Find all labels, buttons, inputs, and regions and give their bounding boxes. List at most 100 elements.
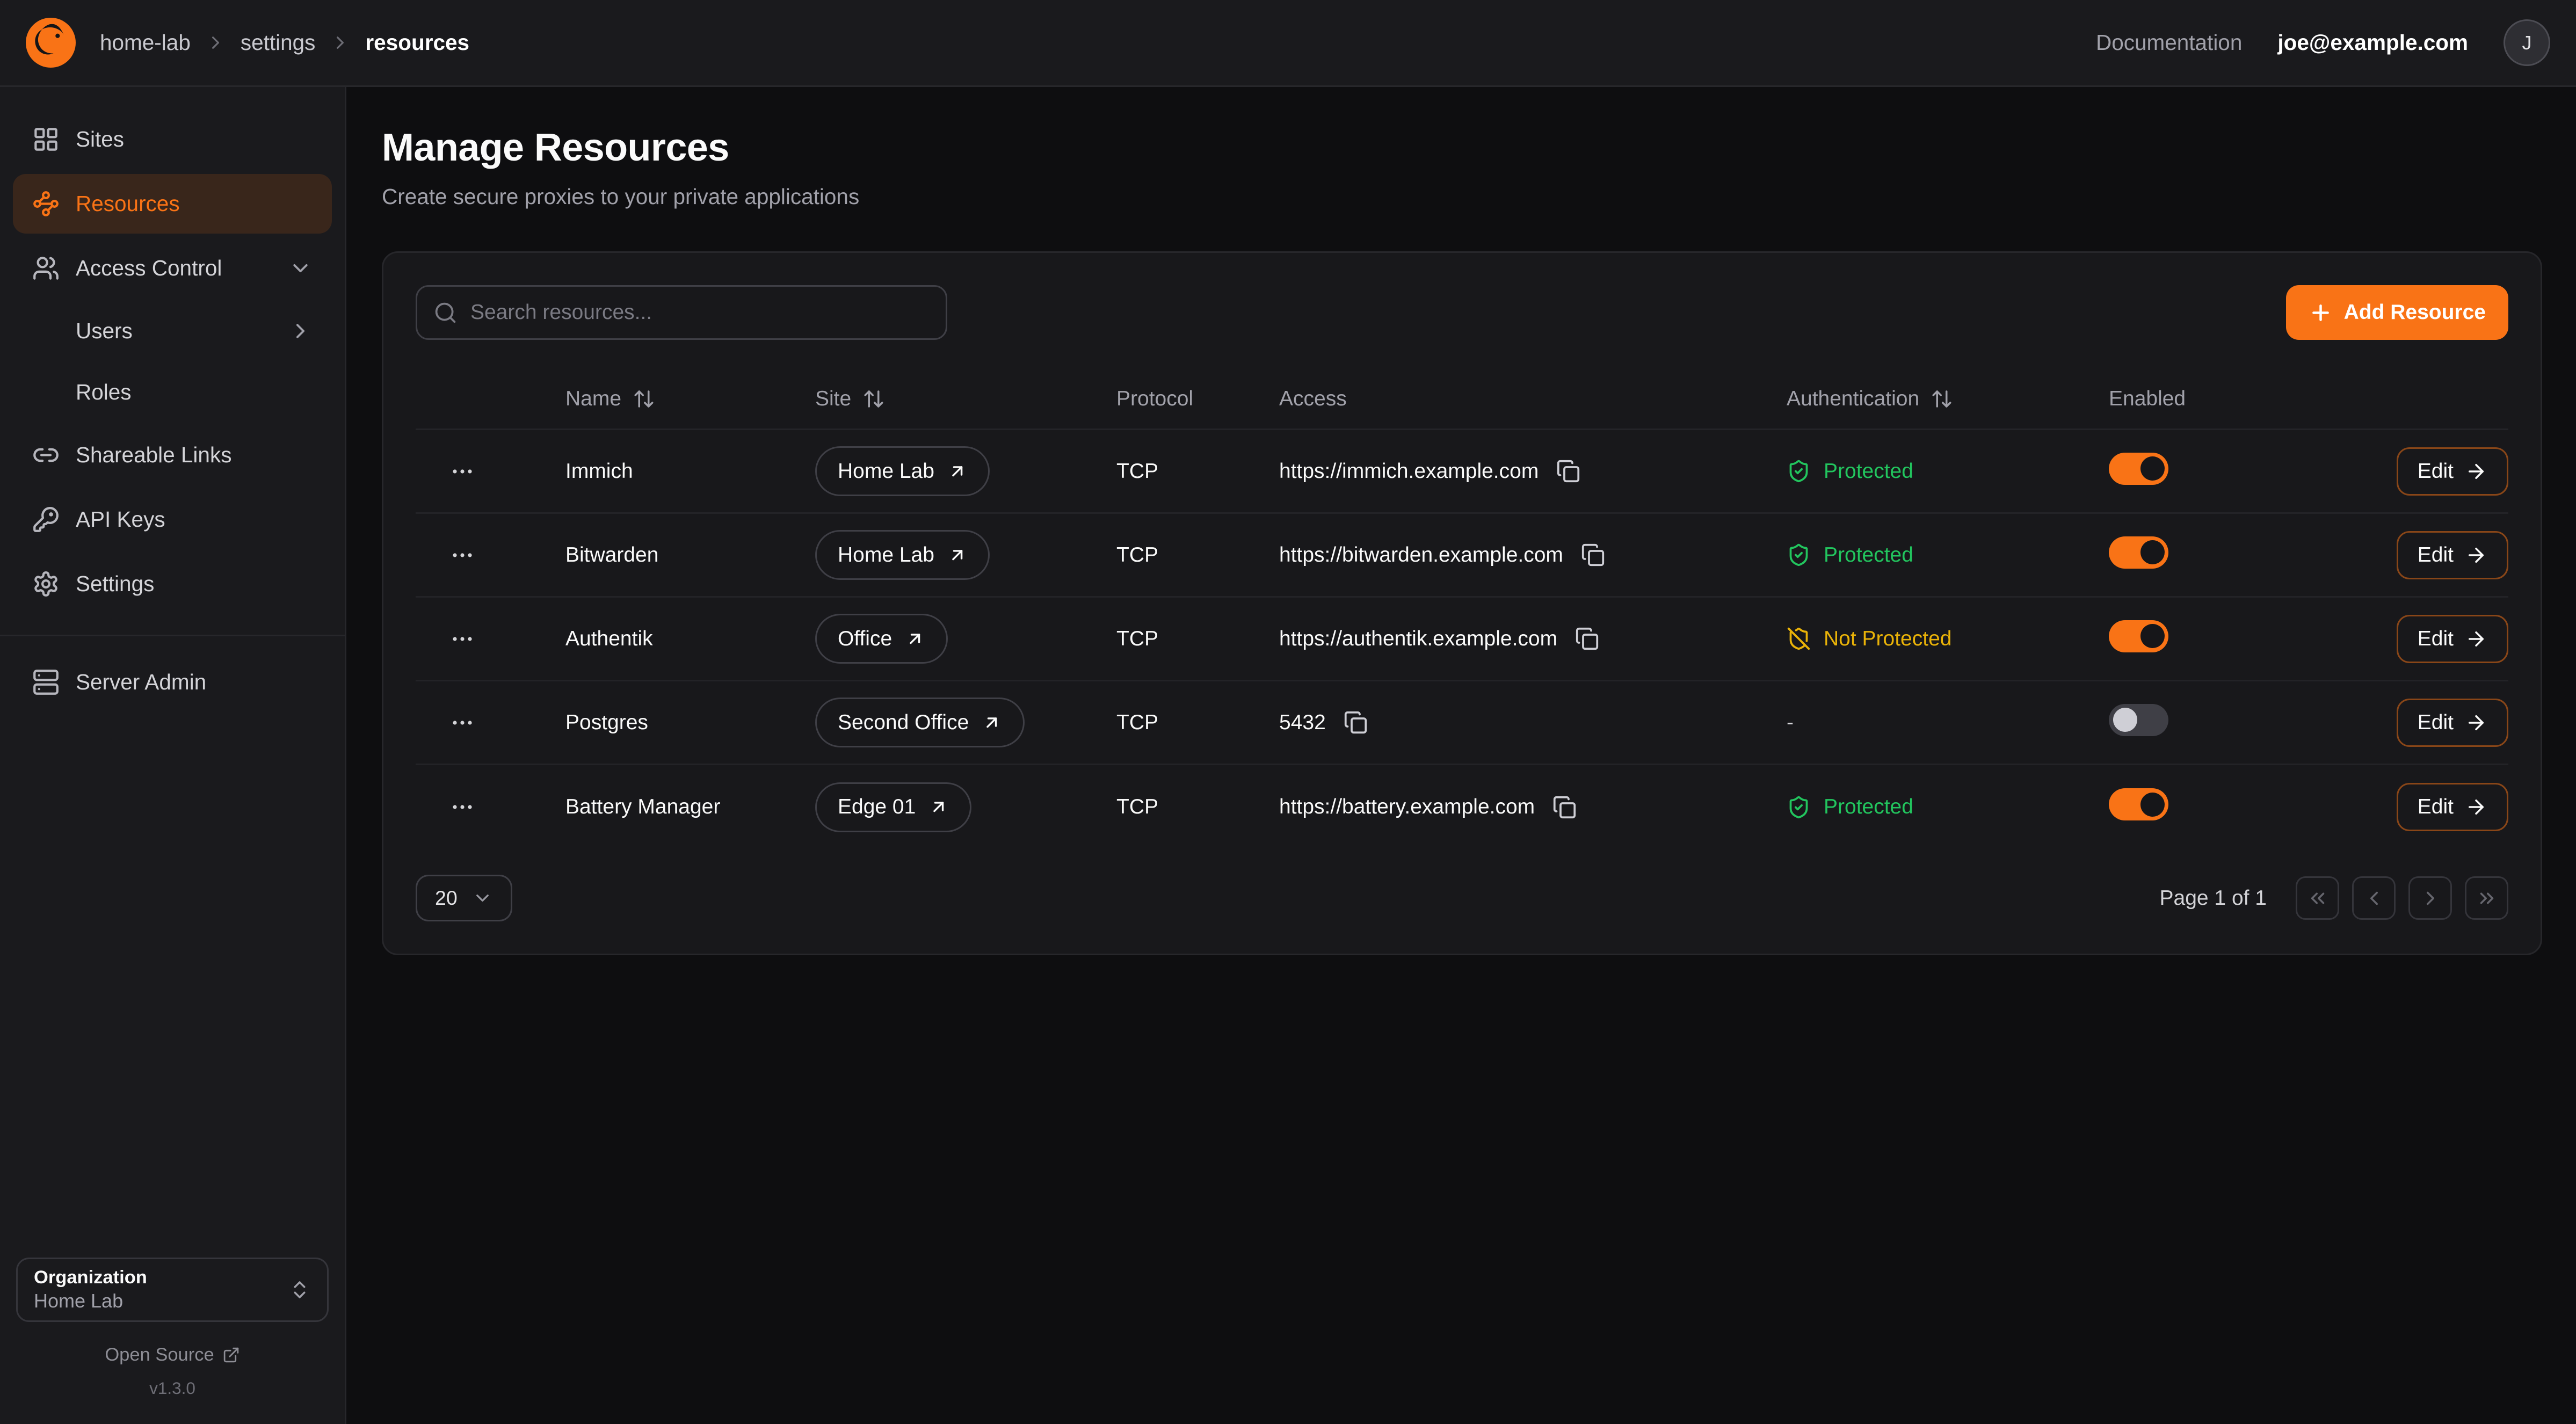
search-box — [416, 285, 947, 340]
sort-site-button[interactable] — [862, 388, 885, 410]
page-size-value: 20 — [435, 887, 458, 910]
chevron-right-icon — [288, 319, 313, 343]
arrow-up-right-icon — [947, 545, 968, 565]
sidebar-item-settings[interactable]: Settings — [13, 554, 332, 614]
table-row: Postgres Second Office TCP 5432 - Edit — [416, 681, 2508, 765]
pager-buttons — [2296, 876, 2508, 920]
authentication-status: - — [1787, 711, 2109, 735]
authentication-status: Protected — [1787, 459, 2109, 483]
site-link-button[interactable]: Edge 01 — [815, 782, 971, 832]
site-link-button[interactable]: Office — [815, 614, 948, 664]
resources-card: Add Resource Name Site — [382, 251, 2542, 955]
open-source-link[interactable]: Open Source — [16, 1345, 329, 1365]
next-page-button[interactable] — [2408, 876, 2452, 920]
row-menu-button[interactable] — [441, 534, 483, 576]
sidebar-item-api-keys[interactable]: API Keys — [13, 490, 332, 549]
breadcrumb: home-lab settings resources — [100, 30, 469, 55]
search-input[interactable] — [416, 285, 947, 340]
copy-button[interactable] — [1556, 459, 1580, 483]
documentation-link[interactable]: Documentation — [2096, 30, 2242, 55]
resource-protocol: TCP — [1116, 795, 1279, 819]
edit-button[interactable]: Edit — [2397, 447, 2508, 496]
toggle-knob — [2140, 624, 2165, 648]
app-version: v1.3.0 — [16, 1378, 329, 1398]
organization-label: Organization — [34, 1267, 147, 1288]
sidebar-item-label: Server Admin — [76, 670, 206, 695]
resource-name: Postgres — [565, 711, 815, 735]
resource-protocol: TCP — [1116, 627, 1279, 651]
previous-page-button[interactable] — [2352, 876, 2396, 920]
breadcrumb-resources[interactable]: resources — [365, 30, 469, 55]
page-size-select[interactable]: 20 — [416, 875, 512, 921]
copy-button[interactable] — [1552, 795, 1577, 819]
enabled-toggle[interactable] — [2109, 536, 2168, 569]
sidebar-item-access-control[interactable]: Access Control — [13, 238, 332, 298]
row-menu-button[interactable] — [441, 786, 483, 828]
column-header-site: Site — [815, 387, 1116, 411]
server-icon — [32, 669, 60, 696]
edit-button[interactable]: Edit — [2397, 783, 2508, 831]
site-link-button[interactable]: Second Office — [815, 698, 1025, 747]
last-page-button[interactable] — [2465, 876, 2508, 920]
enabled-toggle[interactable] — [2109, 788, 2168, 820]
resource-protocol: TCP — [1116, 460, 1279, 483]
edit-button[interactable]: Edit — [2397, 531, 2508, 579]
copy-icon — [1344, 710, 1368, 735]
avatar[interactable]: J — [2504, 19, 2550, 66]
ellipsis-icon — [449, 794, 475, 820]
enabled-toggle[interactable] — [2109, 453, 2168, 485]
sort-name-button[interactable] — [633, 388, 655, 410]
authentication-status: Protected — [1787, 795, 2109, 819]
ellipsis-icon — [449, 710, 475, 736]
arrow-up-right-icon — [982, 713, 1002, 733]
row-menu-button[interactable] — [441, 702, 483, 744]
toggle-knob — [2140, 793, 2165, 817]
sidebar-item-sites[interactable]: Sites — [13, 110, 332, 169]
sidebar-item-resources[interactable]: Resources — [13, 174, 332, 234]
sidebar-item-users[interactable]: Users — [13, 303, 332, 359]
add-resource-button[interactable]: Add Resource — [2286, 285, 2508, 340]
table-toolbar: Add Resource — [416, 285, 2508, 340]
copy-button[interactable] — [1575, 627, 1599, 651]
sidebar-item-roles[interactable]: Roles — [13, 364, 332, 420]
site-link-button[interactable]: Home Lab — [815, 446, 990, 496]
resource-protocol: TCP — [1116, 543, 1279, 567]
column-header-enabled: Enabled — [2109, 387, 2330, 411]
sidebar-item-label: Roles — [76, 380, 132, 405]
sort-authentication-button[interactable] — [1931, 388, 1953, 410]
row-menu-button[interactable] — [441, 618, 483, 660]
copy-icon — [1581, 543, 1605, 567]
enabled-toggle[interactable] — [2109, 620, 2168, 652]
arrow-right-icon — [2465, 460, 2487, 483]
organization-picker[interactable]: Organization Home Lab — [16, 1258, 329, 1322]
key-icon — [32, 506, 60, 533]
copy-button[interactable] — [1581, 543, 1605, 567]
first-page-button[interactable] — [2296, 876, 2339, 920]
sidebar-item-label: Resources — [76, 191, 180, 216]
edit-button[interactable]: Edit — [2397, 615, 2508, 663]
row-menu-button[interactable] — [441, 451, 483, 492]
page-title: Manage Resources — [382, 126, 2542, 170]
arrow-up-right-icon — [928, 797, 949, 817]
chevron-down-icon — [288, 256, 313, 280]
search-icon — [433, 301, 458, 325]
resource-name: Immich — [565, 460, 815, 483]
resource-name: Authentik — [565, 627, 815, 651]
user-email[interactable]: joe@example.com — [2277, 30, 2468, 55]
column-header-name: Name — [565, 387, 815, 411]
main-content: Manage Resources Create secure proxies t… — [346, 87, 2576, 1424]
gear-icon — [32, 570, 60, 598]
edit-button[interactable]: Edit — [2397, 699, 2508, 747]
breadcrumb-org[interactable]: home-lab — [100, 30, 191, 55]
resource-access-url: 5432 — [1279, 711, 1326, 735]
site-link-button[interactable]: Home Lab — [815, 530, 990, 580]
sidebar-item-shareable-links[interactable]: Shareable Links — [13, 425, 332, 485]
column-header-access: Access — [1279, 387, 1787, 411]
table-row: Battery Manager Edge 01 TCP https://batt… — [416, 765, 2508, 849]
sidebar-item-server-admin[interactable]: Server Admin — [13, 652, 332, 712]
chevron-right-icon — [330, 32, 351, 53]
enabled-toggle[interactable] — [2109, 704, 2168, 736]
copy-button[interactable] — [1344, 710, 1368, 735]
app-logo-icon[interactable] — [26, 18, 76, 68]
breadcrumb-settings[interactable]: settings — [241, 30, 316, 55]
